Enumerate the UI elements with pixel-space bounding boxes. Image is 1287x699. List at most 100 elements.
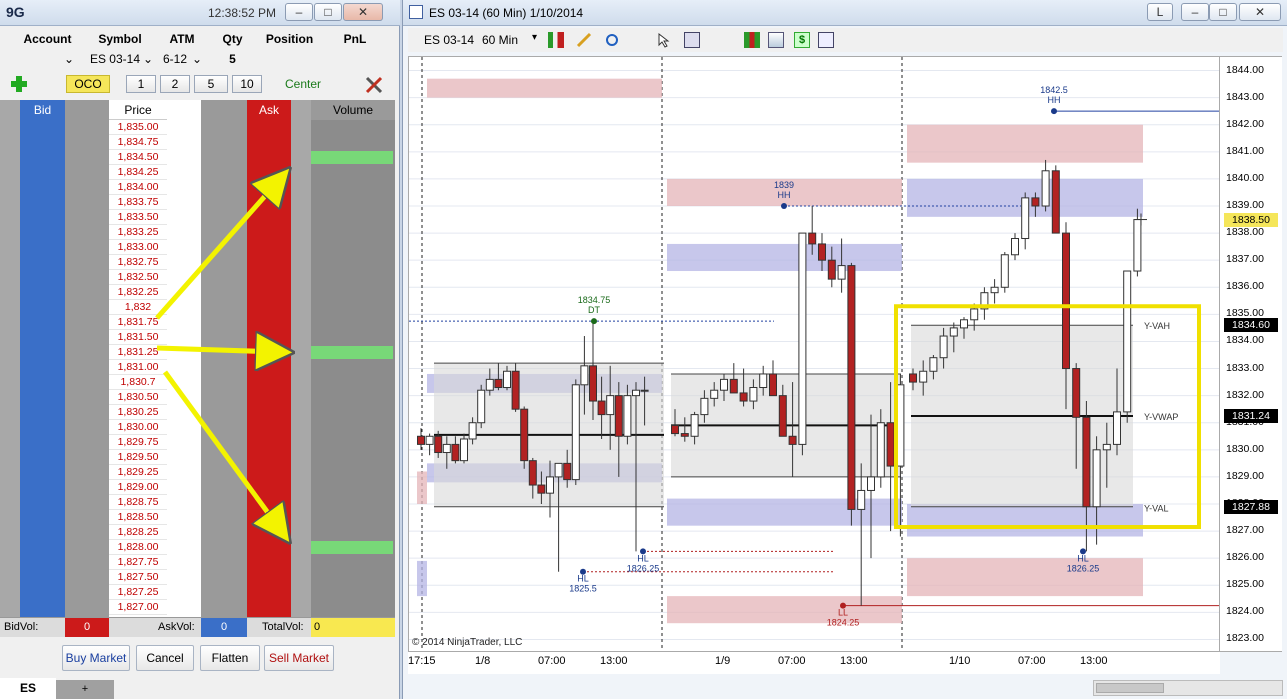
candle-body [494,378,503,389]
candle-body [1113,411,1121,445]
candle-body [749,387,758,402]
x-tick-label: 1/9 [715,655,731,667]
price-zone [667,243,902,272]
candle-body [778,395,787,437]
candle-body [571,384,580,481]
candle-body [739,392,748,402]
candle-body [1041,170,1050,207]
arrow-annotations [155,0,400,699]
swing-tag-label: DT [588,305,600,315]
candle-body [1051,170,1060,234]
bar-type-icon[interactable] [548,32,564,48]
price-zone [427,78,662,98]
candle-body [528,460,537,486]
price-chart[interactable]: Y-VAHY-VWAPY-VAL1834.75DT1839HH1842.5HH1… [408,56,1220,652]
y-tick-label: 1842.00 [1226,117,1264,130]
chart-minimize-button[interactable]: – [1181,3,1209,21]
x-tick-label: 07:00 [778,655,806,667]
link-button[interactable]: L [1147,3,1173,21]
candle-body [1031,197,1040,207]
instrument-selector[interactable]: ES 03-14 [424,33,474,47]
candle-body [710,389,719,399]
candle-body [960,319,968,329]
interval-selector[interactable]: 60 Min [482,33,518,47]
candle-body [1072,368,1081,418]
candle-body [759,373,768,389]
horizontal-scrollbar[interactable] [1093,680,1283,696]
zoom-icon[interactable] [684,32,700,48]
candle-body [671,424,679,435]
y-tick-label: 1843.00 [1226,90,1264,103]
x-tick-label: 13:00 [600,655,628,667]
y-tick-label: 1837.00 [1226,253,1264,266]
candle-body [847,265,856,510]
price-zone [417,560,427,597]
candle-body [1082,416,1091,508]
candle-body [511,370,520,410]
candle-body [939,335,948,359]
candle-body [1102,443,1111,451]
candle-body [690,414,699,437]
x-tick-label: 13:00 [840,655,868,667]
arrow-down [162,370,282,532]
pointer-icon[interactable] [656,32,672,48]
candle-body [477,389,486,424]
indicators-icon[interactable] [744,32,760,48]
y-tick-label: 1834.00 [1226,334,1264,347]
candle-body [503,370,511,389]
properties-icon[interactable] [818,32,834,48]
y-tick-label: 1829.00 [1226,469,1264,482]
candle-body [990,286,999,294]
y-tick-label: 1838.00 [1226,226,1264,239]
y-tick-label: 1830.00 [1226,442,1264,455]
swing-point [781,203,787,209]
candle-body [546,476,554,494]
candle-body [818,243,826,261]
candle-body [808,232,817,245]
y-tick-label: 1823.00 [1226,632,1264,645]
candle-body [769,373,777,397]
y-tick-label: 1832.00 [1226,388,1264,401]
chart-maximize-button[interactable]: □ [1209,3,1237,21]
candle-body [700,397,709,416]
price-zone [907,504,1143,537]
candle-body [434,435,443,454]
dollar-icon[interactable]: $ [794,32,810,48]
swing-tag-label: HL [577,574,589,584]
y-tick-label: 1824.00 [1226,605,1264,618]
candle-body [589,365,597,402]
interval-dropdown-icon[interactable]: ▾ [532,32,537,43]
candle-body [909,373,917,383]
price-flag: 1827.88 [1224,500,1278,515]
chart-window: ES 03-14 (60 Min) 1/10/2014 L – □ ✕ ES 0… [402,0,1287,699]
chart-close-button[interactable]: ✕ [1239,3,1281,21]
candle-body [1133,219,1142,272]
copyright-label: © 2014 NinjaTrader, LLC [412,637,522,648]
y-tick-label: 1841.00 [1226,144,1264,157]
y-tick-label: 1840.00 [1226,171,1264,184]
swing-price-label: 1825.5 [569,584,597,594]
crosshair-icon[interactable] [604,32,620,48]
price-axis[interactable]: 1844.00 1843.00 1842.00 1841.00 1840.00 1839.… [1220,56,1282,652]
candle-body [537,484,546,494]
candle-body [1021,197,1030,240]
chart-icon [409,5,423,19]
x-tick-label: 17:15 [408,655,436,667]
chart-toolbar: ES 03-14 60 Min ▾ $ [408,28,1283,52]
candle-body [468,422,477,440]
scrollbar-thumb[interactable] [1096,683,1164,693]
candle-body [970,308,979,321]
candle-body [632,389,640,397]
candle-body [640,389,649,392]
candle-body [1123,270,1132,413]
arrow-right [156,348,280,352]
candle-body [563,462,572,481]
candle-body [623,395,632,437]
pencil-icon[interactable] [576,32,592,48]
candle-body [442,443,451,454]
price-zone [667,596,902,624]
candle-body [417,435,425,445]
swing-price-label: 1839 [774,180,794,190]
strategies-icon[interactable] [768,32,784,48]
chart-titlebar[interactable]: ES 03-14 (60 Min) 1/10/2014 L – □ ✕ [403,0,1287,26]
